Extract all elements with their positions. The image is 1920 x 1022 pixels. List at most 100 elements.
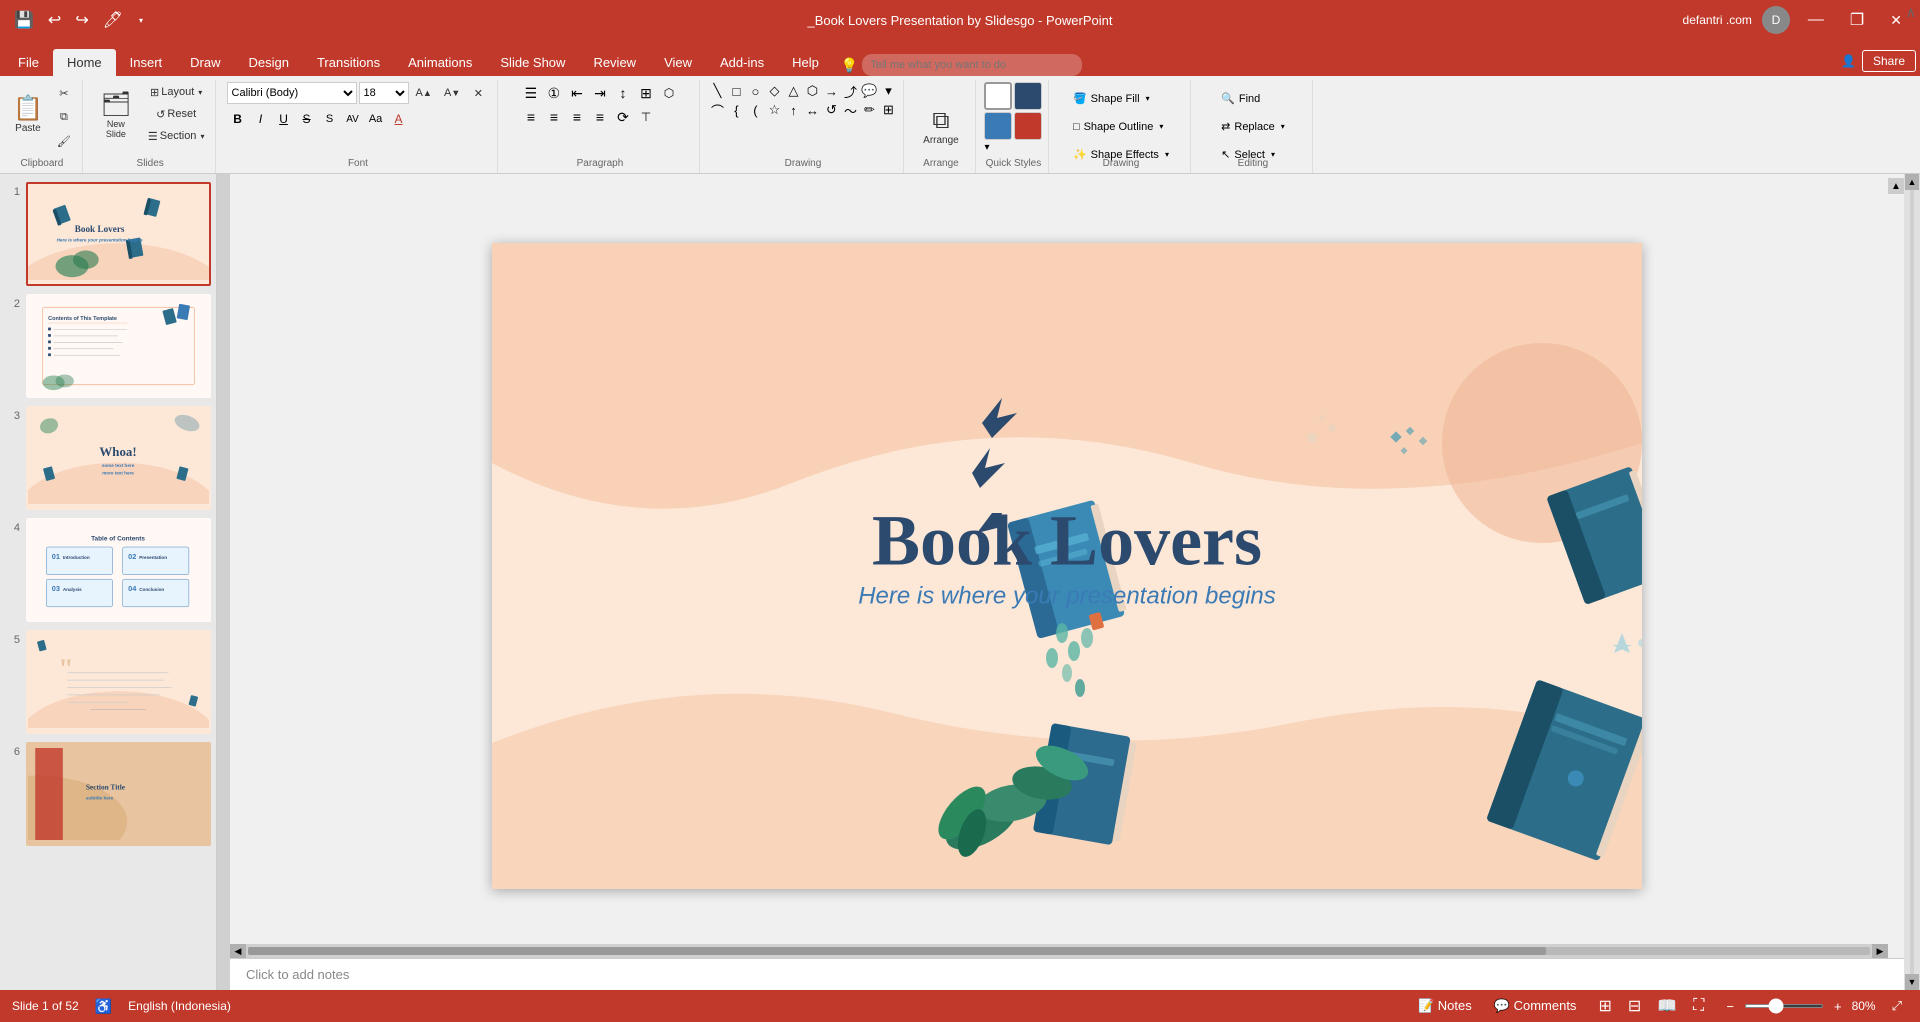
shape-wave[interactable]: 〜 <box>841 101 859 119</box>
italic-button[interactable]: I <box>250 108 272 130</box>
tab-addins[interactable]: Add-ins <box>706 49 778 76</box>
tell-me-input[interactable] <box>862 54 1082 76</box>
zoom-slider[interactable] <box>1744 1004 1824 1008</box>
layout-button[interactable]: ⊞ Layout ▾ <box>143 82 210 102</box>
font-size-select[interactable]: 18 <box>359 82 409 104</box>
bullets-button[interactable]: ☰ <box>520 82 542 104</box>
shape-outline-button[interactable]: □ Shape Outline ▾ <box>1069 114 1167 140</box>
fit-slide-button[interactable]: ⤢ <box>1886 996 1908 1016</box>
shape-star[interactable]: ☆ <box>765 101 783 119</box>
font-color-button[interactable]: A <box>388 108 410 130</box>
redo-icon[interactable]: ↪ <box>71 8 92 32</box>
shape-diamond[interactable]: ◇ <box>765 82 783 100</box>
paste-button[interactable]: 📋 Paste <box>8 82 48 146</box>
align-right-button[interactable]: ≡ <box>566 106 588 128</box>
slide-thumb-1[interactable]: Book Lovers Here is where your presentat… <box>26 182 211 286</box>
font-grow-button[interactable]: A▲ <box>411 82 437 104</box>
shape-rect[interactable]: □ <box>727 82 745 100</box>
slide-thumb-3[interactable]: Whoa! some text here more text here <box>26 406 211 510</box>
tab-design[interactable]: Design <box>235 49 303 76</box>
bold-button[interactable]: B <box>227 108 249 130</box>
scroll-right-button[interactable]: ▶ <box>1872 944 1888 958</box>
right-scroll-track[interactable] <box>1910 190 1914 974</box>
reading-view-button[interactable]: 📖 <box>1651 994 1683 1018</box>
shape-pentagon[interactable]: ⬡ <box>803 82 821 100</box>
format-painter-button[interactable]: 🖌 <box>52 130 76 152</box>
strikethrough-button[interactable]: S <box>296 108 318 130</box>
horizontal-scroll-track[interactable] <box>248 947 1870 955</box>
line-spacing-button[interactable]: ↕ <box>612 82 634 104</box>
tab-draw[interactable]: Draw <box>176 49 234 76</box>
tab-review[interactable]: Review <box>579 49 650 76</box>
increase-indent-button[interactable]: ⇥ <box>589 82 611 104</box>
minimize-button[interactable]: — <box>1800 9 1832 31</box>
tab-help[interactable]: Help <box>778 49 833 76</box>
collapse-ribbon-button[interactable]: ∧ <box>1906 4 1916 21</box>
convert-smartart-button[interactable]: ⬡ <box>658 82 680 104</box>
slide-thumb-2[interactable]: Contents of This Template <box>26 294 211 398</box>
change-case-button[interactable]: Aa <box>365 108 387 130</box>
replace-button[interactable]: ⇄ Replace ▾ <box>1217 114 1289 140</box>
undo-icon[interactable]: ↩ <box>44 8 65 32</box>
shape-arrow[interactable]: → <box>822 82 840 100</box>
comments-button[interactable]: 💬 Comments <box>1488 996 1583 1016</box>
tab-insert[interactable]: Insert <box>116 49 177 76</box>
shape-freeform[interactable]: ✏ <box>860 101 878 119</box>
qs-item-4[interactable] <box>1014 112 1042 140</box>
new-slide-button[interactable]: 🗂 New Slide <box>91 82 141 146</box>
share-button[interactable]: Share <box>1862 50 1916 72</box>
decrease-indent-button[interactable]: ⇤ <box>566 82 588 104</box>
numbering-button[interactable]: ① <box>543 82 565 104</box>
shape-circle[interactable]: ○ <box>746 82 764 100</box>
notes-bar[interactable]: Click to add notes <box>230 958 1904 990</box>
shapes-expand[interactable]: ⊞ <box>879 101 897 119</box>
shape-line[interactable]: ╲ <box>708 82 726 100</box>
columns-button[interactable]: ⊞ <box>635 82 657 104</box>
slide-thumb-5[interactable]: " <box>26 630 211 734</box>
align-left-button[interactable]: ≡ <box>520 106 542 128</box>
reset-button[interactable]: ↺ Reset <box>143 104 210 124</box>
slide-sorter-button[interactable]: ⊟ <box>1622 994 1647 1018</box>
qs-item-2[interactable] <box>1014 82 1042 110</box>
quick-styles-more[interactable]: ▾ <box>984 142 989 153</box>
qs-item-3[interactable] <box>984 112 1012 140</box>
shapes-more[interactable]: ▾ <box>879 82 897 100</box>
copy-button[interactable]: ⧉ <box>52 106 76 128</box>
zoom-in-button[interactable]: + <box>1828 997 1848 1016</box>
shape-arc[interactable]: ⌒ <box>708 101 726 119</box>
scroll-down-right-button[interactable]: ▼ <box>1905 974 1919 990</box>
slide-thumb-6[interactable]: Section Title subtitle here <box>26 742 211 846</box>
horizontal-scroll-thumb[interactable] <box>248 947 1546 955</box>
shape-rotate[interactable]: ↺ <box>822 101 840 119</box>
tab-transitions[interactable]: Transitions <box>303 49 394 76</box>
slide-panel-scrollbar[interactable] <box>217 174 230 990</box>
align-center-button[interactable]: ≡ <box>543 106 565 128</box>
horizontal-scrollbar[interactable]: ◀ ▶ <box>230 944 1888 958</box>
shape-bidir-arrow[interactable]: ↔ <box>803 101 821 119</box>
shape-fill-button[interactable]: 🪣 Shape Fill ▾ <box>1069 86 1154 112</box>
customize-icon[interactable]: 🖊 <box>99 8 127 32</box>
tab-slideshow[interactable]: Slide Show <box>486 49 579 76</box>
text-direction-button[interactable]: ⟳ <box>612 106 634 128</box>
slide-thumb-4[interactable]: Table of Contents 01 02 03 04 Introducti <box>26 518 211 622</box>
shape-paren[interactable]: ( <box>746 101 764 119</box>
notes-button[interactable]: 📝 Notes <box>1412 996 1478 1016</box>
restore-button[interactable]: ❐ <box>1842 8 1872 32</box>
shape-brace[interactable]: { <box>727 101 745 119</box>
shape-triangle[interactable]: △ <box>784 82 802 100</box>
zoom-out-button[interactable]: − <box>1720 997 1740 1016</box>
cut-button[interactable]: ✂ <box>52 82 76 104</box>
arrange-button[interactable]: ⧉ Arrange <box>913 95 968 159</box>
presenter-view-button[interactable]: ⛶ <box>1687 995 1710 1017</box>
qs-item-1[interactable] <box>984 82 1012 110</box>
section-button[interactable]: ☰ Section ▾ <box>143 126 210 146</box>
save-icon[interactable]: 💾 <box>10 8 38 32</box>
scroll-up-button[interactable]: ▲ <box>1888 178 1904 194</box>
shape-callout[interactable]: 💬 <box>860 82 878 100</box>
font-shrink-button[interactable]: A▼ <box>439 82 465 104</box>
tab-animations[interactable]: Animations <box>394 49 486 76</box>
shape-curved-arrow[interactable]: ⤴ <box>841 82 859 100</box>
quick-access-dropdown[interactable]: ▾ <box>135 14 147 27</box>
text-align-button[interactable]: ⊤ <box>635 106 657 128</box>
shape-up-arrow[interactable]: ↑ <box>784 101 802 119</box>
